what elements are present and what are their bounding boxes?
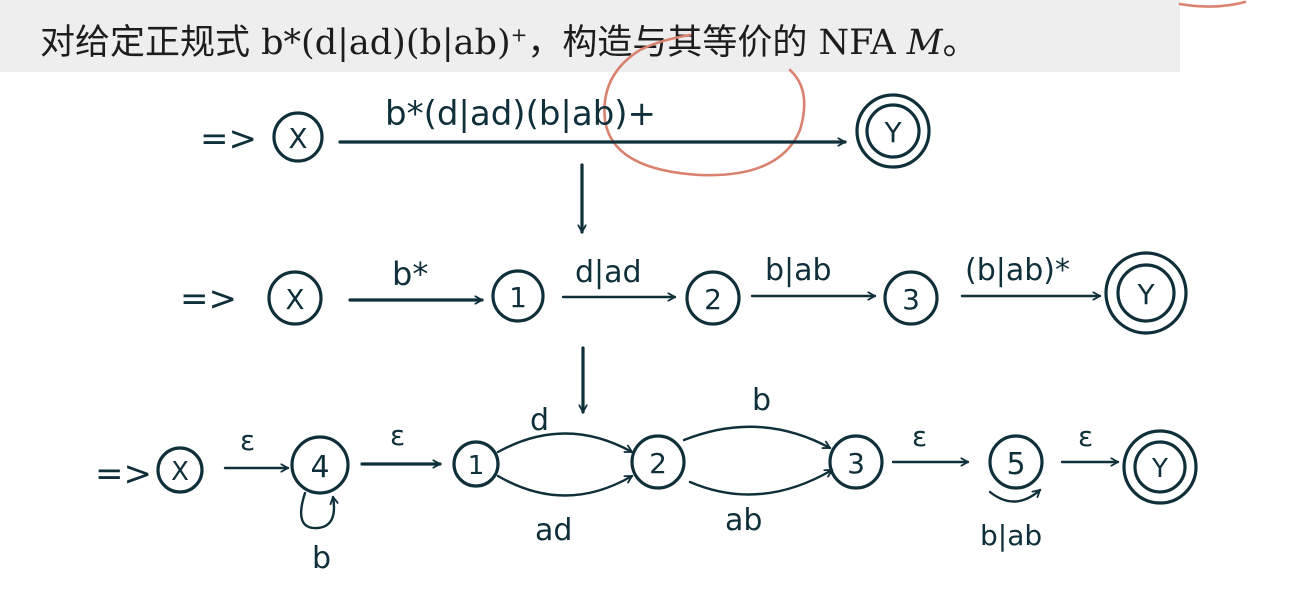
row2-state-1-label: 1 bbox=[509, 281, 527, 314]
row3-state-5-label: 5 bbox=[1006, 447, 1025, 482]
row1-state-y-label: Y bbox=[883, 116, 902, 149]
row3-state-4-label: 4 bbox=[310, 450, 329, 485]
row3-edge-1-2-top bbox=[496, 432, 634, 454]
annotation-top-stroke bbox=[1178, 0, 1247, 8]
row3-loop-4 bbox=[300, 491, 334, 530]
row3-edge-2-3-top-label: b bbox=[752, 383, 771, 418]
row2-state-2-label: 2 bbox=[704, 283, 722, 316]
row3-edge-1-2-bottom-label: ad bbox=[535, 513, 572, 548]
row2-edge-1-2-label: d|ad bbox=[575, 255, 642, 290]
row3-state-x-label: X bbox=[171, 457, 189, 487]
row3-state-3: 3 bbox=[828, 434, 884, 490]
row3-state-y: Y bbox=[1122, 429, 1198, 505]
row3-edge-1-2-top-label: d bbox=[530, 403, 549, 438]
row1-diagram: => X b*(d|ad)(b|ab)+ Y bbox=[200, 93, 931, 234]
row3-state-4: 4 bbox=[290, 435, 350, 495]
row2-edge-2-3-label: b|ab bbox=[765, 253, 832, 288]
row1-start-arrow: => bbox=[200, 119, 257, 159]
row2-state-3-label: 3 bbox=[902, 283, 920, 316]
row3-edge-2-3-top bbox=[682, 425, 832, 450]
row2-state-2: 2 bbox=[685, 270, 741, 326]
row3-state-5: 5 bbox=[988, 434, 1044, 490]
row3-state-x: X bbox=[156, 446, 204, 494]
row3-edge-4-1-label: ε bbox=[390, 419, 405, 452]
row3-state-1: 1 bbox=[452, 440, 500, 488]
row3-state-3-label: 3 bbox=[847, 447, 865, 480]
row1-state-x-label: X bbox=[288, 122, 307, 155]
row2-state-x: X bbox=[267, 270, 323, 326]
row2-state-y: Y bbox=[1104, 251, 1188, 335]
row3-state-2: 2 bbox=[630, 434, 686, 490]
row3-loop-4-label: b bbox=[312, 541, 331, 576]
row3-start-arrow: => bbox=[95, 454, 152, 494]
row1-state-x: X bbox=[272, 111, 324, 163]
row1-edge-label: b*(d|ad)(b|ab)+ bbox=[385, 94, 656, 134]
row3-edge-x-4-label: ε bbox=[240, 424, 255, 457]
row3-loop-5-label: b|ab bbox=[980, 519, 1042, 552]
row2-state-3: 3 bbox=[883, 270, 939, 326]
row2-state-1: 1 bbox=[491, 269, 545, 323]
row3-diagram: => X ε 4 b ε 1 d ad 2 b ab 3 ε 5 b|ab ε … bbox=[95, 383, 1198, 576]
row3-edge-1-2-bottom bbox=[496, 474, 634, 497]
row2-state-y-label: Y bbox=[1136, 278, 1155, 311]
nfa-construction-diagram: => X b*(d|ad)(b|ab)+ Y => X b* 1 d|ad 2 … bbox=[95, 0, 1247, 576]
row3-edge-2-3-bottom-label: ab bbox=[725, 503, 762, 538]
row3-state-2-label: 2 bbox=[649, 447, 667, 480]
row3-edge-2-3-bottom bbox=[688, 468, 834, 496]
row3-loop-5 bbox=[988, 488, 1042, 503]
row2-start-arrow: => bbox=[180, 279, 237, 319]
row2-edge-3-y-label: (b|ab)* bbox=[965, 253, 1070, 288]
row2-state-x-label: X bbox=[285, 283, 304, 316]
row3-state-1-label: 1 bbox=[468, 451, 485, 481]
row2-diagram: => X b* 1 d|ad 2 b|ab 3 (b|ab)* Y bbox=[180, 251, 1188, 414]
row3-state-y-label: Y bbox=[1151, 454, 1168, 484]
row1-state-y: Y bbox=[855, 93, 931, 169]
row3-edge-3-5-label: ε bbox=[912, 420, 927, 453]
row3-edge-5-y-label: ε bbox=[1078, 420, 1093, 453]
row2-edge-x-1-label: b* bbox=[392, 255, 428, 293]
